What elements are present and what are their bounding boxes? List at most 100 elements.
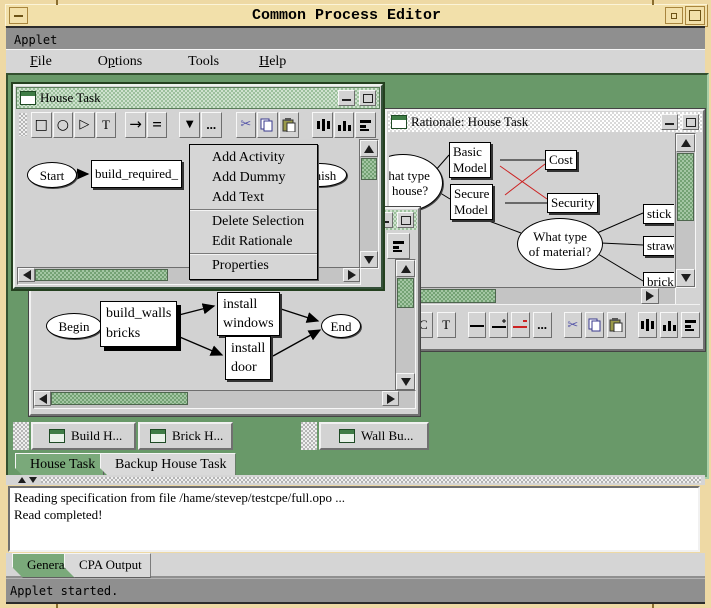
more-tools-button[interactable]: ...: [533, 312, 552, 338]
window-menu-button[interactable]: [9, 7, 28, 24]
menu-file[interactable]: File: [30, 54, 52, 70]
align-left-button[interactable]: [387, 233, 410, 259]
house-maximize-button[interactable]: [359, 90, 376, 106]
node-build-walls[interactable]: build_walls bricks: [100, 301, 177, 347]
minimized-title: Build H...: [71, 428, 122, 444]
rationale-canvas[interactable]: What type of house? Basic Model Secure M…: [389, 133, 674, 286]
scroll-right-button[interactable]: [382, 391, 399, 406]
paste-button[interactable]: [279, 112, 300, 138]
rationale-minimize-button[interactable]: [661, 114, 678, 130]
node-stick[interactable]: stick: [643, 204, 674, 224]
scroll-up-button[interactable]: [396, 260, 415, 277]
menu-item-add-dummy[interactable]: Add Dummy: [190, 168, 317, 188]
house-titlebar[interactable]: House Task: [16, 87, 380, 109]
align-left-button[interactable]: [355, 112, 376, 138]
scroll-down-button[interactable]: [676, 269, 695, 287]
node-basic-model[interactable]: Basic Model: [449, 142, 491, 178]
menu-item-add-text[interactable]: Add Text: [190, 188, 317, 208]
backup-hscrollbar: [33, 390, 416, 409]
menu-item-properties[interactable]: Properties: [190, 256, 317, 276]
align-vertical-button[interactable]: [312, 112, 333, 138]
text-tool-button[interactable]: T: [96, 112, 117, 138]
scroll-thumb[interactable]: [51, 392, 188, 405]
scroll-right-button[interactable]: [641, 288, 659, 304]
copy-button[interactable]: [257, 112, 278, 138]
menu-help[interactable]: Help: [259, 54, 286, 70]
node-secure-model[interactable]: Secure Model: [450, 184, 493, 220]
house-title: House Task: [40, 90, 101, 106]
line-minus-tool-button[interactable]: [511, 312, 530, 338]
scroll-down-button[interactable]: [396, 373, 415, 390]
node-security[interactable]: Security: [547, 193, 598, 213]
cut-button[interactable]: ✂: [564, 312, 583, 338]
parallel-tool-button[interactable]: =: [147, 112, 168, 138]
applet-menu[interactable]: Applet: [14, 33, 57, 47]
text-tool-button[interactable]: T: [437, 312, 456, 338]
scroll-left-button[interactable]: [34, 391, 51, 406]
menu-item-delete-selection[interactable]: Delete Selection: [190, 212, 317, 232]
node-end[interactable]: End: [321, 314, 361, 338]
menu-item-edit-rationale[interactable]: Edit Rationale: [190, 232, 317, 252]
backup-maximize-button[interactable]: [397, 212, 414, 228]
up-arrow-icon: [364, 145, 374, 153]
sash-down-icon[interactable]: [29, 477, 37, 483]
scroll-thumb[interactable]: [677, 153, 694, 221]
scroll-right-button[interactable]: [343, 268, 360, 282]
scroll-up-button[interactable]: [676, 134, 695, 152]
desktop: Rationale: House Task: [6, 73, 709, 479]
copy-button[interactable]: [585, 312, 604, 338]
menu-tools[interactable]: Tools: [188, 54, 219, 70]
scroll-up-button[interactable]: [360, 140, 378, 157]
minimized-title: Wall Bu...: [361, 428, 413, 444]
node-start[interactable]: Start: [27, 162, 77, 188]
align-bottom-button[interactable]: [660, 312, 679, 338]
dropdown-tool-button[interactable]: ▼: [179, 112, 200, 138]
main-titlebar[interactable]: Common Process Editor: [5, 4, 708, 27]
line-tool-button[interactable]: [468, 312, 487, 338]
sash-divider[interactable]: [6, 475, 705, 485]
node-cost[interactable]: Cost: [545, 150, 577, 170]
toolbar-grip[interactable]: [19, 113, 27, 136]
arrow-tool-button[interactable]: →: [125, 112, 146, 138]
rationale-titlebar[interactable]: Rationale: House Task: [388, 112, 702, 132]
paste-button[interactable]: [607, 312, 626, 338]
house-toolbar: □ ○ ▷ T → = ▼ ... ✂: [16, 110, 376, 139]
align-left-button[interactable]: [681, 312, 700, 338]
line-plus-tool-button[interactable]: [489, 312, 508, 338]
scroll-thumb[interactable]: [35, 269, 168, 281]
more-tools-button[interactable]: ...: [201, 112, 222, 138]
scroll-left-button[interactable]: [18, 268, 35, 282]
menu-item-add-activity[interactable]: Add Activity: [190, 148, 317, 168]
node-install-door[interactable]: install door: [225, 336, 271, 380]
scroll-down-button[interactable]: [360, 251, 378, 268]
box-tool-button[interactable]: □: [31, 112, 52, 138]
sash-up-icon[interactable]: [18, 477, 26, 483]
circle-tool-button[interactable]: ○: [53, 112, 74, 138]
triangle-tool-button[interactable]: ▷: [74, 112, 95, 138]
house-minimize-button[interactable]: [338, 90, 355, 106]
minimized-brick-house[interactable]: Brick H...: [138, 422, 233, 450]
node-question-material[interactable]: What type of material?: [517, 218, 603, 270]
minimized-build-house[interactable]: Build H...: [31, 422, 136, 450]
rationale-maximize-button[interactable]: [682, 114, 699, 130]
tab-cpa-output[interactable]: CPA Output: [64, 553, 151, 578]
down-arrow-icon: [364, 256, 374, 264]
scroll-thumb[interactable]: [418, 289, 496, 303]
minimized-grip[interactable]: [301, 422, 317, 450]
scroll-thumb[interactable]: [361, 158, 377, 180]
maximize-button[interactable]: [685, 6, 705, 25]
node-straw[interactable]: straw: [643, 236, 674, 256]
scroll-thumb[interactable]: [397, 278, 414, 308]
minimized-wall-builder[interactable]: Wall Bu...: [319, 422, 429, 450]
node-build-required[interactable]: build_required_: [91, 160, 182, 188]
menu-options[interactable]: Options: [98, 54, 142, 70]
cut-button[interactable]: ✂: [236, 112, 257, 138]
minimized-grip[interactable]: [13, 422, 29, 450]
node-install-windows[interactable]: install windows: [217, 292, 280, 336]
output-log[interactable]: Reading specification from file /hame/st…: [8, 486, 700, 552]
node-begin[interactable]: Begin: [46, 313, 102, 339]
iconify-button[interactable]: [665, 7, 683, 24]
align-vertical-button[interactable]: [638, 312, 657, 338]
align-bottom-button[interactable]: [334, 112, 355, 138]
node-brick[interactable]: brick: [643, 272, 674, 286]
